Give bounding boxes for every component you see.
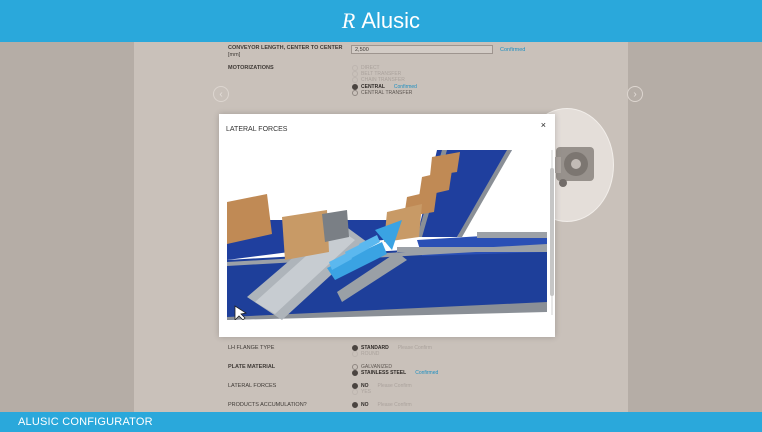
logo-mark: R xyxy=(341,8,356,33)
radio-icon xyxy=(352,402,358,408)
plate-material-status: Confirmed xyxy=(415,370,439,376)
radio-icon xyxy=(352,370,358,376)
conveyor-length-label: CONVEYOR LENGTH, CENTER TO CENTER xyxy=(228,45,343,51)
radio-icon xyxy=(352,351,358,357)
motorizations-label: MOTORIZATIONS xyxy=(228,65,274,71)
plate-material-option[interactable]: STAINLESS STEEL Confirmed xyxy=(352,370,438,376)
box xyxy=(282,210,329,260)
lateral-forces-illustration xyxy=(227,142,547,320)
lateral-forces-status: Please Confirm xyxy=(377,383,412,389)
plate-material-label: PLATE MATERIAL xyxy=(228,364,276,370)
prev-arrow-icon[interactable]: ‹ xyxy=(213,86,229,102)
lh-flange-label: LH FLANGE TYPE xyxy=(228,345,275,351)
products-accumulation-status: Please Confirm xyxy=(377,402,412,408)
lateral-forces-option[interactable]: YES xyxy=(352,389,371,395)
lateral-forces-modal: LATERAL FORCES × xyxy=(219,114,555,337)
brand-name: Alusic xyxy=(361,8,421,33)
brand-logo: R Alusic xyxy=(342,8,420,34)
scrollbar-thumb[interactable] xyxy=(550,168,554,296)
modal-title: LATERAL FORCES xyxy=(226,126,288,133)
conveyor-length-input[interactable]: 2,500 xyxy=(351,45,493,54)
modal-scrollbar[interactable] xyxy=(550,142,554,324)
motorization-option[interactable]: CENTRAL TRANSFER xyxy=(352,90,412,96)
footer-bar: ALUSIC CONFIGURATOR xyxy=(0,412,762,432)
motorization-option[interactable]: CHAIN TRANSFER xyxy=(352,77,405,83)
right-panel xyxy=(628,42,762,412)
conveyor-length-unit: [mm] xyxy=(228,52,241,58)
products-accumulation-option[interactable]: NO Please Confirm xyxy=(352,402,412,408)
lateral-forces-label: LATERAL FORCES xyxy=(228,383,277,389)
next-arrow-icon[interactable]: › xyxy=(627,86,643,102)
lh-flange-status: Please Confirm xyxy=(397,345,432,351)
radio-icon xyxy=(352,389,358,395)
left-panel xyxy=(0,42,134,412)
app-header: R Alusic xyxy=(0,0,762,42)
products-accumulation-label: PRODUCTS ACCUMULATION? xyxy=(228,402,307,408)
conveyor-length-status: Confirmed xyxy=(500,47,526,53)
lh-flange-option[interactable]: ROUND xyxy=(352,351,379,357)
footer-title: ALUSIC CONFIGURATOR xyxy=(18,416,153,428)
close-icon[interactable]: × xyxy=(541,120,546,130)
radio-icon xyxy=(352,77,358,83)
radio-icon xyxy=(352,90,358,96)
